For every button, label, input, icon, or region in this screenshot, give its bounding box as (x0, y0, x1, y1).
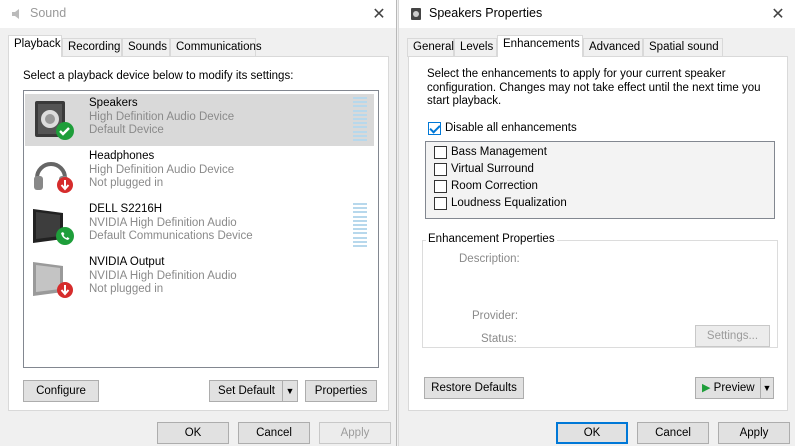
speaker-icon (12, 9, 19, 19)
tab-enhancements[interactable]: Enhancements (497, 35, 583, 57)
provider-label: Provider: (472, 310, 519, 322)
set-default-button[interactable]: Set Default (209, 380, 283, 402)
device-status: Default Device (89, 124, 164, 136)
device-driver: NVIDIA High Definition Audio (89, 216, 237, 229)
restore-defaults-button[interactable]: Restore Defaults (424, 377, 524, 399)
speaker-icon (411, 8, 421, 20)
ok-button[interactable]: OK (157, 422, 229, 444)
speaker-icon (35, 101, 74, 140)
tab-recording[interactable]: Recording (62, 38, 122, 57)
volume-meter (353, 97, 367, 141)
dropdown-arrow-icon: ▼ (285, 386, 295, 396)
tab-general[interactable]: General (407, 38, 454, 57)
device-name: Speakers (89, 97, 138, 109)
properties-button[interactable]: Properties (305, 380, 377, 402)
tab-communications[interactable]: Communications (170, 38, 262, 57)
device-driver: High Definition Audio Device (89, 163, 235, 176)
enhancement-label: Loudness Equalization (451, 197, 567, 209)
list-item-headphones[interactable]: Headphones High Definition Audio Device … (25, 147, 374, 199)
cancel-button[interactable]: Cancel (637, 422, 709, 444)
group-title: Enhancement Properties (426, 233, 557, 245)
room-correction-checkbox[interactable] (434, 180, 447, 193)
properties-titlebar[interactable]: Speakers Properties ✕ (399, 0, 795, 28)
enhancements-list: Bass Management Virtual Surround Room Co… (425, 141, 775, 219)
configure-button[interactable]: Configure (23, 380, 99, 402)
device-driver: NVIDIA High Definition Audio (89, 269, 237, 282)
device-status: Not plugged in (89, 177, 164, 189)
playback-panel: Select a playback device below to modify… (8, 56, 389, 411)
virtual-surround-checkbox[interactable] (434, 163, 447, 176)
speakers-properties-window: Speakers Properties ✕ General Levels Enh… (398, 0, 795, 446)
device-name: DELL S2216H (89, 203, 163, 215)
bass-management-checkbox[interactable] (434, 146, 447, 159)
window-title: Speakers Properties (429, 6, 543, 20)
tab-sounds[interactable]: Sounds (122, 38, 170, 57)
tab-advanced[interactable]: Advanced (583, 38, 643, 57)
enhancement-label: Bass Management (451, 146, 547, 158)
close-icon[interactable]: ✕ (370, 4, 388, 24)
list-item-dell-monitor[interactable]: DELL S2216H NVIDIA High Definition Audio… (25, 200, 374, 252)
preview-button[interactable]: ▶ Preview (695, 377, 761, 399)
device-status: Default Communications Device (89, 230, 253, 242)
disable-all-checkbox[interactable] (428, 122, 441, 135)
sound-titlebar[interactable]: Sound ✕ (0, 0, 396, 28)
tab-playback[interactable]: Playback (8, 35, 62, 57)
description-text: Select the enhancements to apply for you… (427, 68, 761, 107)
play-icon: ▶ (702, 382, 711, 394)
device-driver: High Definition Audio Device (89, 110, 235, 123)
ok-button[interactable]: OK (556, 422, 628, 444)
disable-all-label: Disable all enhancements (445, 122, 577, 134)
enhancements-panel: Select the enhancements to apply for you… (408, 56, 788, 411)
set-default-dropdown[interactable]: ▼ (282, 380, 298, 402)
device-text: Headphones High Definition Audio Device … (89, 150, 234, 191)
device-text: DELL S2216H NVIDIA High Definition Audio… (89, 203, 253, 244)
close-icon[interactable]: ✕ (769, 4, 787, 24)
description-label: Description: (459, 253, 520, 265)
list-item-speakers[interactable]: Speakers High Definition Audio Device De… (25, 94, 374, 146)
device-status: Not plugged in (89, 283, 164, 295)
device-name: NVIDIA Output (89, 256, 165, 268)
device-name: Headphones (89, 150, 155, 162)
apply-button[interactable]: Apply (319, 422, 391, 444)
enhancement-properties-group: Enhancement Properties Description: Prov… (422, 233, 778, 348)
dropdown-arrow-icon: ▼ (762, 383, 772, 393)
device-text: Speakers High Definition Audio Device De… (89, 97, 234, 138)
headphones-icon (34, 162, 73, 193)
instruction-text: Select a playback device below to modify… (23, 70, 294, 82)
cancel-button[interactable]: Cancel (238, 422, 310, 444)
device-text: NVIDIA Output NVIDIA High Definition Aud… (89, 256, 237, 297)
enhancement-label: Room Correction (451, 180, 538, 192)
preview-dropdown[interactable]: ▼ (760, 377, 774, 399)
volume-meter (353, 203, 367, 247)
window-title: Sound (30, 6, 67, 20)
device-list[interactable]: Speakers High Definition Audio Device De… (23, 90, 379, 368)
preview-label: Preview (713, 382, 755, 394)
monitor-icon (33, 262, 73, 298)
apply-button[interactable]: Apply (718, 422, 790, 444)
status-label: Status: (481, 333, 517, 345)
sound-window: Sound ✕ Playback Recording Sounds Commun… (0, 0, 397, 446)
loudness-equalization-checkbox[interactable] (434, 197, 447, 210)
tab-levels[interactable]: Levels (454, 38, 497, 57)
monitor-icon (33, 209, 74, 245)
list-item-nvidia-output[interactable]: NVIDIA Output NVIDIA High Definition Aud… (25, 253, 374, 305)
settings-button[interactable]: Settings... (695, 325, 770, 347)
enhancement-label: Virtual Surround (451, 163, 534, 175)
tab-spatial-sound[interactable]: Spatial sound (643, 38, 723, 57)
